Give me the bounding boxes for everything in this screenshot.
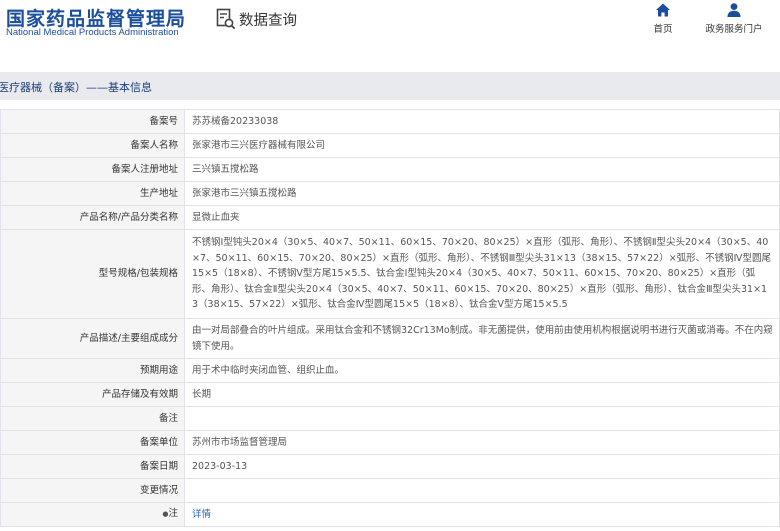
field-label: 备案人名称 bbox=[0, 133, 185, 158]
nav-service-portal[interactable]: 政务服务门户 bbox=[699, 2, 769, 35]
details-link[interactable]: 详情 bbox=[192, 509, 211, 520]
field-value: 张家港市三兴镇五搅松路 bbox=[184, 181, 780, 206]
field-label: 备案人注册地址 bbox=[0, 157, 185, 182]
table-row: 生产地址 张家港市三兴镇五搅松路 bbox=[0, 181, 780, 206]
field-label: 生产地址 bbox=[0, 181, 185, 206]
data-query-title: 数据查询 bbox=[216, 7, 297, 31]
field-label: 备注 bbox=[0, 406, 185, 431]
nav-home[interactable]: 首页 bbox=[628, 2, 698, 35]
field-label: 变更情况 bbox=[0, 478, 185, 503]
field-value: 由一对局部叠合的叶片组成。采用钛合金和不锈钢32Cr13Mo制成。非无菌提供，使… bbox=[184, 318, 780, 359]
table-row: 预期用途 用于术中临时夹闭血管、组织止血。 bbox=[0, 358, 780, 383]
note-value-cell: 详情 bbox=[184, 502, 780, 527]
field-value: 苏州市市场监督管理局 bbox=[184, 430, 780, 455]
table-row: 型号规格/包装规格 不锈钢Ⅰ型钝头20×4（30×5、40×7、50×11、60… bbox=[0, 229, 780, 319]
detail-table: 备案号 苏苏械备20233038 备案人名称 张家港市三兴医疗器械有限公司 备案… bbox=[0, 109, 780, 527]
table-row: 备案日期 2023-03-13 bbox=[0, 454, 780, 479]
field-value: 2023-03-13 bbox=[184, 454, 780, 479]
table-row: 产品描述/主要组成成分 由一对局部叠合的叶片组成。采用钛合金和不锈钢32Cr13… bbox=[0, 318, 780, 359]
field-label: 备案日期 bbox=[0, 454, 185, 479]
table-row: 备案单位 苏州市市场监督管理局 bbox=[0, 430, 780, 455]
field-label: 产品名称/产品分类名称 bbox=[0, 205, 185, 230]
field-value bbox=[184, 406, 780, 431]
table-row: 备案人注册地址 三兴镇五搅松路 bbox=[0, 157, 780, 182]
table-row: 变更情况 bbox=[0, 478, 780, 503]
nav-service-portal-label: 政务服务门户 bbox=[705, 24, 763, 35]
breadcrumb-bar: 医疗器械（备案）——基本信息 bbox=[0, 72, 780, 100]
note-label-cell: ●注 bbox=[0, 502, 185, 527]
field-value: 用于术中临时夹闭血管、组织止血。 bbox=[184, 358, 780, 383]
nav-home-label: 首页 bbox=[653, 24, 673, 35]
user-icon bbox=[727, 3, 741, 17]
field-label: 备案号 bbox=[0, 109, 185, 134]
field-value: 不锈钢Ⅰ型钝头20×4（30×5、40×7、50×11、60×15、70×20、… bbox=[184, 229, 780, 319]
data-query-label: 数据查询 bbox=[239, 12, 297, 29]
field-label: 产品描述/主要组成成分 bbox=[0, 318, 185, 359]
site-header: 国家药品监督管理局 National Medical Products Admi… bbox=[0, 0, 780, 56]
table-row: ●注 详情 bbox=[0, 502, 780, 527]
field-value: 长期 bbox=[184, 382, 780, 407]
field-label: 备案单位 bbox=[0, 430, 185, 455]
breadcrumb: 医疗器械（备案）——基本信息 bbox=[0, 81, 152, 94]
field-value: 三兴镇五搅松路 bbox=[184, 157, 780, 182]
field-value: 苏苏械备20233038 bbox=[184, 109, 780, 134]
field-value bbox=[184, 478, 780, 503]
field-value: 张家港市三兴医疗器械有限公司 bbox=[184, 133, 780, 158]
field-label: 型号规格/包装规格 bbox=[0, 229, 185, 319]
note-label: 注 bbox=[168, 508, 178, 520]
field-label: 产品存储及有效期 bbox=[0, 382, 185, 407]
site-logo-subtitle: National Medical Products Administration bbox=[6, 27, 179, 38]
field-label: 预期用途 bbox=[0, 358, 185, 383]
home-icon bbox=[656, 3, 670, 17]
table-row: 产品名称/产品分类名称 显微止血夹 bbox=[0, 205, 780, 230]
table-row: 产品存储及有效期 长期 bbox=[0, 382, 780, 407]
table-row: 备案人名称 张家港市三兴医疗器械有限公司 bbox=[0, 133, 780, 158]
table-row: 备案号 苏苏械备20233038 bbox=[0, 109, 780, 134]
document-search-icon bbox=[216, 8, 236, 30]
field-value: 显微止血夹 bbox=[184, 205, 780, 230]
table-row: 备注 bbox=[0, 406, 780, 431]
